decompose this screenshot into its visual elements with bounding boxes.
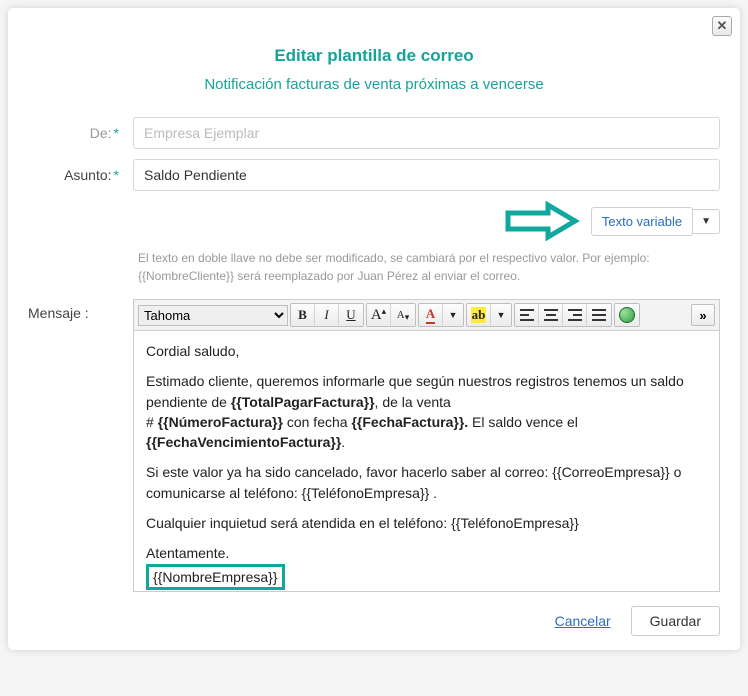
bold-button[interactable]: B: [291, 304, 315, 326]
italic-button[interactable]: I: [315, 304, 339, 326]
align-right-button[interactable]: [563, 304, 587, 326]
subject-label: Asunto:*: [28, 167, 133, 183]
font-color-caret[interactable]: ▼: [443, 304, 463, 326]
subject-input[interactable]: [133, 159, 720, 191]
rich-text-editor: Tahoma B I U A▴ A▾ A ▼ ab ▼: [133, 299, 720, 592]
more-tools-button[interactable]: »: [691, 304, 715, 326]
variable-dropdown-caret[interactable]: ▼: [693, 209, 720, 234]
editor-toolbar: Tahoma B I U A▴ A▾ A ▼ ab ▼: [134, 300, 719, 331]
email-template-modal: ✕ Editar plantilla de correo Notificació…: [8, 8, 740, 650]
message-label: Mensaje :: [28, 299, 133, 592]
message-row: Mensaje : Tahoma B I U A▴ A▾ A ▼: [28, 299, 720, 592]
save-button[interactable]: Guardar: [631, 606, 720, 636]
variable-text-button[interactable]: Texto variable: [591, 207, 693, 236]
globe-icon: [619, 307, 635, 323]
subject-row: Asunto:*: [28, 159, 720, 191]
modal-footer: Cancelar Guardar: [28, 606, 720, 636]
close-button[interactable]: ✕: [712, 16, 732, 36]
font-select[interactable]: Tahoma: [138, 305, 288, 326]
align-center-button[interactable]: [539, 304, 563, 326]
align-justify-button[interactable]: [587, 304, 611, 326]
arrow-icon: [503, 201, 583, 241]
font-color-button[interactable]: A: [419, 304, 443, 326]
company-name-highlight: {{NombreEmpresa}}: [146, 564, 285, 590]
modal-title: Editar plantilla de correo: [28, 46, 720, 66]
highlight-button[interactable]: ab: [467, 304, 491, 326]
font-grow-button[interactable]: A▴: [367, 304, 391, 326]
hint-text: El texto en doble llave no debe ser modi…: [138, 249, 720, 285]
font-shrink-button[interactable]: A▾: [391, 304, 415, 326]
align-left-button[interactable]: [515, 304, 539, 326]
variable-row: Texto variable ▼: [28, 201, 720, 241]
editor-content[interactable]: Cordial saludo, Estimado cliente, querem…: [134, 331, 719, 591]
from-label: De:*: [28, 125, 133, 141]
from-input[interactable]: [133, 117, 720, 149]
underline-button[interactable]: U: [339, 304, 363, 326]
insert-image-button[interactable]: [615, 304, 639, 326]
cancel-link[interactable]: Cancelar: [555, 613, 611, 629]
modal-subtitle: Notificación facturas de venta próximas …: [28, 76, 720, 93]
highlight-caret[interactable]: ▼: [491, 304, 511, 326]
from-row: De:*: [28, 117, 720, 149]
